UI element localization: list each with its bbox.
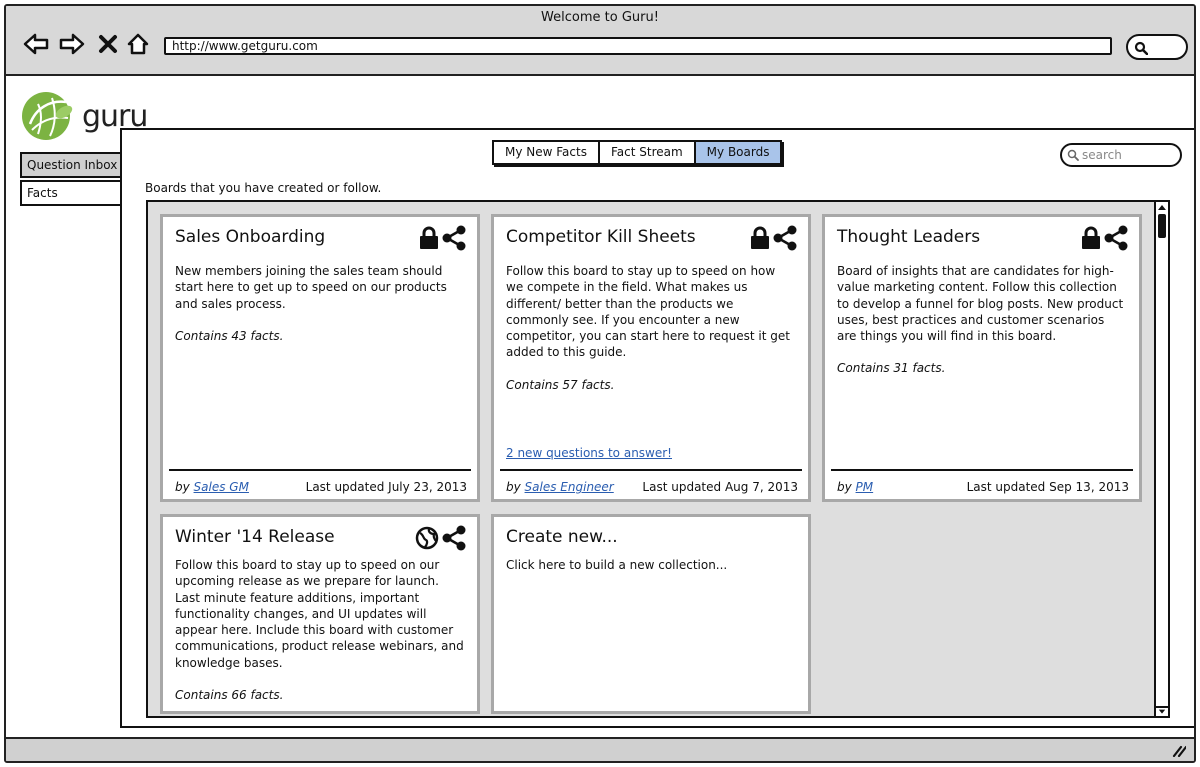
- board-footer: by Sales GM Last updated July 23, 2013: [169, 469, 471, 499]
- window-title: Welcome to Guru!: [541, 10, 659, 25]
- boards-grid: Sales Onboarding New members joining the…: [146, 200, 1170, 718]
- new-questions-link[interactable]: 2 new questions to answer!: [506, 446, 672, 460]
- board-description: Follow this board to stay up to speed on…: [175, 557, 465, 703]
- resize-grip-icon[interactable]: [1170, 743, 1186, 757]
- home-button[interactable]: [124, 30, 152, 58]
- board-description-text: Board of insights that are candidates fo…: [837, 264, 1124, 344]
- board-title: Sales Onboarding: [175, 227, 326, 247]
- board-last-updated: Last updated Aug 7, 2013: [642, 480, 798, 494]
- boards-scrollbar[interactable]: [1154, 200, 1170, 718]
- tab-my-new-facts[interactable]: My New Facts: [494, 142, 600, 163]
- browser-toolbar: Welcome to Guru! http://www.getguru.com: [6, 6, 1194, 76]
- board-title: Thought Leaders: [837, 227, 981, 247]
- board-icons: [415, 525, 467, 551]
- board-description: Follow this board to stay up to speed on…: [506, 263, 796, 393]
- board-fact-count: Contains 43 facts.: [175, 328, 284, 343]
- board-card-winter-14-release[interactable]: Winter '14 Release Follow this board to …: [160, 514, 480, 714]
- board-author: by Sales GM: [175, 480, 249, 494]
- url-bar[interactable]: http://www.getguru.com: [164, 37, 1112, 55]
- tab-facts[interactable]: Facts: [20, 180, 122, 206]
- share-icon[interactable]: [441, 225, 467, 251]
- browser-window: Welcome to Guru! http://www.getguru.com: [4, 4, 1196, 763]
- tab-fact-stream[interactable]: Fact Stream: [599, 142, 696, 163]
- board-icons: [1081, 225, 1129, 251]
- search-input[interactable]: search: [1060, 143, 1182, 167]
- globe-icon: [415, 526, 439, 550]
- board-fact-count: Contains 57 facts.: [506, 377, 615, 392]
- board-icons: [419, 225, 467, 251]
- board-title: Winter '14 Release: [175, 527, 335, 547]
- author-link[interactable]: Sales GM: [194, 480, 249, 494]
- scroll-thumb[interactable]: [1158, 214, 1166, 238]
- board-author: by PM: [837, 480, 873, 494]
- magnifier-icon: [1134, 41, 1148, 55]
- boards-panel: My New Facts Fact Stream My Boards searc…: [120, 128, 1194, 728]
- search-icon: [1067, 149, 1079, 161]
- board-by-prefix: by: [175, 480, 190, 494]
- back-button[interactable]: [22, 30, 50, 58]
- leaf-logo-icon: [22, 92, 73, 140]
- scroll-up-icon[interactable]: [1156, 202, 1168, 212]
- board-last-updated: Last updated July 23, 2013: [305, 480, 467, 494]
- board-icons: [750, 225, 798, 251]
- board-author: by Sales Engineer: [506, 480, 614, 494]
- forward-button[interactable]: [58, 30, 86, 58]
- board-description: New members joining the sales team shoul…: [175, 263, 465, 344]
- lock-icon: [751, 226, 769, 249]
- board-footer: by Sales Engineer Last updated Aug 7, 20…: [500, 469, 802, 499]
- lock-icon: [1082, 226, 1100, 249]
- view-switcher: My New Facts Fact Stream My Boards: [492, 140, 783, 165]
- status-bar: [6, 737, 1194, 761]
- lock-icon: [420, 226, 438, 249]
- board-description-text: Follow this board to stay up to speed on…: [175, 558, 464, 670]
- board-card-thought-leaders[interactable]: Thought Leaders Board of insights that a…: [822, 214, 1142, 502]
- board-by-prefix: by: [506, 480, 521, 494]
- scroll-down-icon[interactable]: [1156, 706, 1168, 716]
- board-description-text: New members joining the sales team shoul…: [175, 264, 447, 311]
- create-new-board-card[interactable]: Create new... Click here to build a new …: [491, 514, 811, 714]
- tab-question-inbox[interactable]: Question Inbox: [20, 152, 122, 178]
- close-icon: [99, 35, 117, 53]
- board-fact-count: Contains 66 facts.: [175, 688, 284, 703]
- search-placeholder: search: [1082, 148, 1122, 162]
- board-last-updated: Last updated Sep 13, 2013: [966, 480, 1129, 494]
- arrow-left-icon: [23, 33, 49, 55]
- board-by-prefix: by: [837, 480, 852, 494]
- tab-my-boards[interactable]: My Boards: [695, 142, 781, 163]
- share-icon[interactable]: [772, 225, 798, 251]
- arrow-right-icon: [59, 33, 85, 55]
- stop-button[interactable]: [94, 30, 122, 58]
- browser-search-button[interactable]: [1126, 34, 1188, 60]
- board-title: Competitor Kill Sheets: [506, 227, 696, 247]
- share-icon[interactable]: [1103, 225, 1129, 251]
- page-subtitle: Boards that you have created or follow.: [145, 181, 382, 195]
- board-fact-count: Contains 31 facts.: [837, 361, 946, 376]
- board-description: Board of insights that are candidates fo…: [837, 263, 1127, 377]
- home-icon: [127, 33, 149, 55]
- create-new-description: Click here to build a new collection...: [506, 558, 728, 572]
- app-content: guru Question Inbox Facts My New Facts F…: [6, 78, 1194, 733]
- board-footer: by PM Last updated Sep 13, 2013: [831, 469, 1133, 499]
- board-card-competitor-kill-sheets[interactable]: Competitor Kill Sheets Follow this board…: [491, 214, 811, 502]
- author-link[interactable]: Sales Engineer: [525, 480, 614, 494]
- author-link[interactable]: PM: [856, 480, 874, 494]
- share-icon[interactable]: [441, 525, 467, 551]
- board-description-text: Follow this board to stay up to speed on…: [506, 264, 790, 360]
- board-card-sales-onboarding[interactable]: Sales Onboarding New members joining the…: [160, 214, 480, 502]
- create-new-title: Create new...: [506, 527, 618, 547]
